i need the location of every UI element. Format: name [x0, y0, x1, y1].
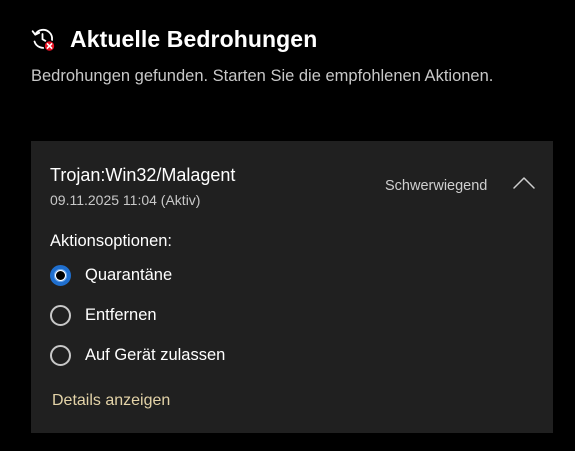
threat-date: 09.11.2025 11:04 (Aktiv): [50, 192, 201, 208]
option-remove[interactable]: Entfernen: [50, 302, 157, 328]
action-options-label: Aktionsoptionen:: [50, 232, 173, 250]
threat-card: Trojan:Win32/Malagent 09.11.2025 11:04 (…: [31, 141, 553, 433]
radio-quarantine[interactable]: [50, 264, 71, 286]
page-subtitle: Bedrohungen gefunden. Starten Sie die em…: [31, 67, 494, 85]
header: Aktuelle Bedrohungen: [30, 22, 317, 56]
option-allow[interactable]: Auf Gerät zulassen: [50, 342, 225, 368]
details-link[interactable]: Details anzeigen: [52, 392, 170, 410]
option-quarantine-label: Quarantäne: [85, 265, 173, 284]
option-remove-label: Entfernen: [85, 305, 157, 324]
radio-remove[interactable]: [50, 304, 71, 326]
page-title: Aktuelle Bedrohungen: [70, 25, 318, 52]
option-quarantine[interactable]: Quarantäne: [50, 262, 172, 288]
severity-label: Schwerwiegend: [385, 178, 488, 194]
option-allow-label: Auf Gerät zulassen: [85, 345, 226, 364]
history-threat-icon: [30, 26, 56, 52]
chevron-up-icon[interactable]: [512, 176, 536, 190]
radio-allow[interactable]: [50, 344, 71, 366]
threat-name: Trojan:Win32/Malagent: [50, 165, 236, 185]
